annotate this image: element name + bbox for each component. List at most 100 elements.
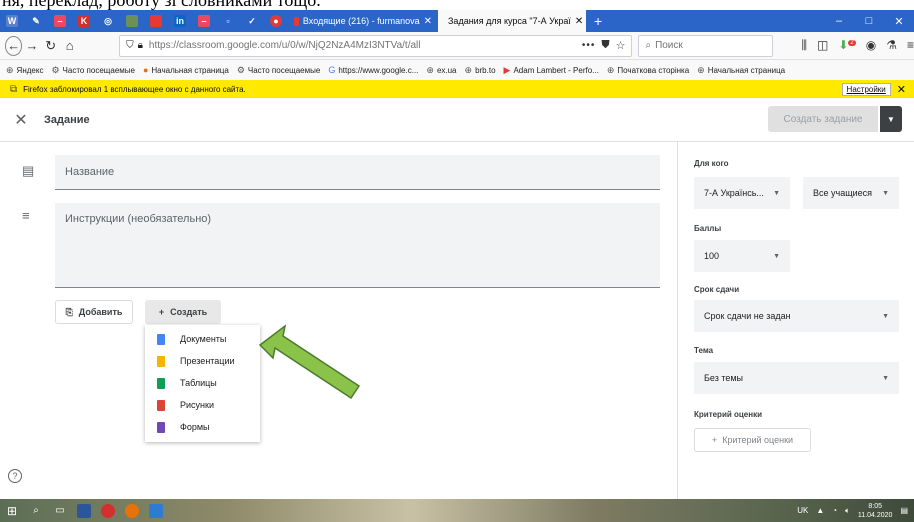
pinned-tab-red[interactable] <box>144 10 168 32</box>
rubric-button[interactable]: + Критерий оценки <box>694 428 811 452</box>
paperclip-icon: ⎘ <box>65 306 73 317</box>
url-bar[interactable]: ⛉ 🔒︎ https://classroom.google.com/u/0/w/… <box>119 34 633 57</box>
bookmark-item[interactable]: Ghttps://www.google.c... <box>328 65 418 75</box>
instructions-icon: ≡ <box>22 208 30 223</box>
language-indicator[interactable]: UK <box>797 506 808 515</box>
search-input[interactable]: ⌕ Поиск <box>638 34 774 57</box>
title-field[interactable]: Название <box>55 155 660 190</box>
bookmark-item[interactable]: ⊕ Яндекс <box>6 65 43 76</box>
pinned-tab-pencil[interactable]: ✎ <box>24 10 48 32</box>
for-whom-label: Для кого <box>694 159 729 168</box>
pinned-tab-bb[interactable]: ▫ <box>216 10 240 32</box>
due-date-select[interactable]: Срок сдачи не задан ▼ <box>694 300 899 332</box>
bookmark-item[interactable]: ⚙ Часто посещаемые <box>237 65 321 76</box>
youtube-icon: ▶ <box>503 64 511 75</box>
firefox-icon[interactable] <box>120 499 144 522</box>
pinned-tab-word[interactable]: W <box>0 10 24 32</box>
addon-icon[interactable]: ⚗ <box>886 38 897 53</box>
tab-classroom[interactable]: Задания для курса "7-А Украї ✕ <box>438 10 586 32</box>
bookmark-item[interactable]: ⊕ brb.to <box>465 65 496 76</box>
bookmark-item[interactable]: ⊕ ex.ua <box>426 65 456 76</box>
bookmark-item[interactable]: ▶ Adam Lambert - Perfo... <box>504 65 599 76</box>
help-icon[interactable]: ? <box>8 469 22 483</box>
students-select[interactable]: Все учащиеся ▼ <box>803 177 899 209</box>
minimize-button[interactable]: – <box>824 15 854 28</box>
notifications-icon[interactable]: ▤ <box>900 506 908 515</box>
tab-close-icon[interactable]: ✕ <box>571 16 583 27</box>
class-select[interactable]: 7-А Українсь... ▼ <box>694 177 790 209</box>
bookmark-star-icon[interactable]: ☆ <box>616 39 626 52</box>
bookmark-label: Adam Lambert - Perfo... <box>513 65 599 75</box>
windows-start-icon[interactable]: ⊞ <box>0 499 24 522</box>
pinned-tab-linkedin[interactable]: in <box>168 10 192 32</box>
points-select[interactable]: 100 ▼ <box>694 240 790 272</box>
add-button[interactable]: ⎘ Добавить <box>55 300 133 324</box>
extension-icon[interactable]: ⬇ 2 <box>838 38 856 53</box>
clock[interactable]: 8:05 11.04.2020 <box>858 502 893 520</box>
word-app-icon[interactable] <box>72 499 96 522</box>
pinned-tab-circle[interactable]: ◎ <box>96 10 120 32</box>
search-icon[interactable]: ⌕ <box>24 499 48 522</box>
menu-item-forms[interactable]: Формы <box>145 416 260 438</box>
menu-item-drawings[interactable]: Рисунки <box>145 394 260 416</box>
globe-icon: ⊕ <box>426 64 434 75</box>
globe-icon: ⊕ <box>464 64 473 75</box>
bookmark-item[interactable]: ⊕ Початкова сторінка <box>607 65 689 76</box>
menu-item-slides[interactable]: Презентации <box>145 350 260 372</box>
opera-icon[interactable] <box>96 499 120 522</box>
notice-close-icon[interactable]: ✕ <box>897 83 906 96</box>
volume-icon[interactable]: 🔈︎ <box>845 506 850 516</box>
create-options-dropdown[interactable]: ▼ <box>880 106 902 132</box>
page-actions-icon[interactable]: ••• <box>582 40 596 51</box>
create-button[interactable]: + Создать <box>145 300 221 324</box>
create-menu: Документы Презентации Таблицы Рисунки Фо… <box>145 325 260 442</box>
create-assignment-button[interactable]: Создать задание <box>768 106 878 132</box>
menu-item-sheets[interactable]: Таблицы <box>145 372 260 394</box>
due-value: Срок сдачи не задан <box>704 311 791 321</box>
home-icon[interactable]: ⌂ <box>60 35 79 57</box>
new-tab-button[interactable]: + <box>586 13 610 29</box>
pencil-icon: ✎ <box>32 15 40 26</box>
task-view-icon[interactable]: ▭ <box>48 499 72 522</box>
topic-select[interactable]: Без темы ▼ <box>694 362 899 394</box>
account-icon[interactable]: ◉ <box>866 38 876 53</box>
tray-arrow-icon[interactable]: ▲ <box>816 506 824 515</box>
tab-close-icon[interactable]: ✕ <box>420 16 432 27</box>
notice-settings-button[interactable]: Настройки <box>841 82 891 96</box>
assignment-icon: ▤ <box>22 163 35 178</box>
chevron-down-icon: ▼ <box>773 252 780 260</box>
explorer-icon[interactable] <box>144 499 168 522</box>
close-window-button[interactable]: ✕ <box>884 15 914 28</box>
pinned-tab-k[interactable]: K <box>72 10 96 32</box>
reload-icon[interactable]: ↻ <box>41 35 60 57</box>
image-icon <box>126 15 138 27</box>
network-icon[interactable]: ◔ <box>832 506 837 515</box>
bookmark-label: ex.ua <box>436 65 457 75</box>
pinned-tab-image[interactable] <box>120 10 144 32</box>
bookmarks-bar: ⊕ Яндекс ⚙ Часто посещаемые ● Начальная стр… <box>0 60 914 80</box>
instructions-field[interactable]: Инструкции (необязательно) <box>55 203 660 288</box>
library-icon[interactable]: ⫼ <box>801 38 807 53</box>
back-arrow-icon[interactable]: ← <box>5 35 23 56</box>
google-icon: G <box>328 65 336 75</box>
pinned-tab-red-badge[interactable]: ● <box>264 10 288 32</box>
bookmark-item[interactable]: ● Начальная страница <box>143 65 229 75</box>
sidebar-icon[interactable]: ◫ <box>817 38 828 53</box>
pinned-tab-check[interactable]: ✓ <box>240 10 264 32</box>
topic-label: Тема <box>694 346 714 355</box>
menu-icon[interactable]: ≡ <box>907 38 914 53</box>
bookmark-label: Начальная страница <box>151 65 229 75</box>
tab-mail[interactable]: Входящие (216) - furmanova ✕ <box>288 10 438 32</box>
pinned-tab-minus[interactable]: – <box>48 10 72 32</box>
extension-badge: 2 <box>848 40 856 46</box>
bookmark-item[interactable]: ⊕ Начальная страница <box>697 65 785 76</box>
firefox-icon: ● <box>142 65 149 75</box>
pinned-tab-dash[interactable]: – <box>192 10 216 32</box>
bookmark-item[interactable]: ⚙ Часто посещаемые <box>51 65 135 76</box>
maximize-button[interactable]: □ <box>854 15 884 28</box>
pocket-icon[interactable]: ⛊ <box>601 39 609 52</box>
close-icon[interactable]: ✕ <box>4 110 38 130</box>
menu-item-docs[interactable]: Документы <box>145 328 260 350</box>
forward-arrow-icon[interactable]: → <box>22 35 41 57</box>
shield-icon: ⛉ <box>126 40 134 51</box>
